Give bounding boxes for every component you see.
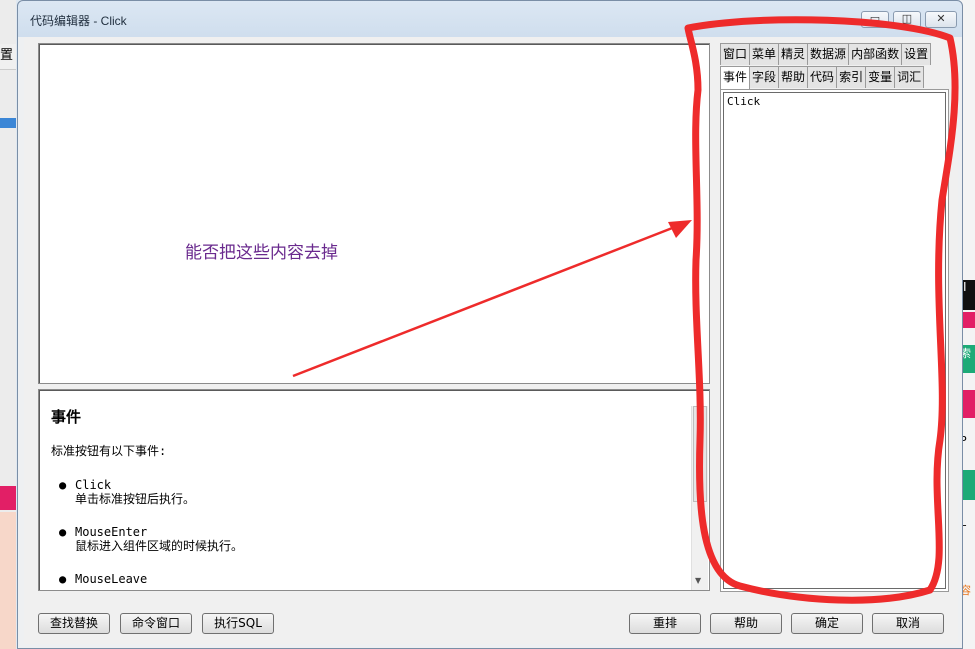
close-icon: ✕: [936, 12, 946, 25]
list-item: ● Click 单击标准按钮后执行。: [59, 478, 675, 506]
bullet-icon: ●: [59, 572, 67, 586]
event-name: MouseEnter: [75, 525, 148, 539]
ok-button[interactable]: 确定: [791, 613, 863, 634]
annotation-text: 能否把这些内容去掉: [185, 243, 338, 263]
event-list-item-click[interactable]: Click: [727, 95, 760, 108]
editor-client-area: 能否把这些内容去掉 事件 标准按钮有以下事件: ● Click 单击标准按钮后执…: [24, 37, 958, 644]
tab-internal-functions[interactable]: 内部函数: [848, 43, 903, 65]
close-button[interactable]: ✕: [925, 11, 957, 28]
events-list-box[interactable]: Click: [720, 89, 949, 592]
tab-sprite[interactable]: 精灵: [778, 43, 809, 65]
restore-button[interactable]: ◫: [893, 11, 921, 28]
restore-icon: ◫: [901, 12, 913, 25]
tab-help[interactable]: 帮助: [778, 66, 809, 88]
tab-menu[interactable]: 菜单: [749, 43, 780, 65]
tab-row-top: 窗口 菜单 精灵 数据源 内部函数 设置: [720, 43, 932, 65]
command-window-button[interactable]: 命令窗口: [120, 613, 192, 634]
tab-index[interactable]: 索引: [836, 66, 867, 88]
events-list-inner: Click: [723, 92, 946, 589]
cancel-button[interactable]: 取消: [872, 613, 944, 634]
minimize-icon: ▭: [869, 12, 881, 25]
code-editor-window: 代码编辑器 - Click ▭ ◫ ✕ 能否把这些内容去掉 事件 标准按钮有以下…: [17, 0, 963, 649]
bullet-icon: ●: [59, 478, 67, 492]
tab-settings[interactable]: 设置: [901, 43, 932, 65]
title-bar[interactable]: 代码编辑器 - Click ▭ ◫ ✕: [18, 1, 962, 37]
help-heading: 事件: [51, 408, 82, 426]
window-title: 代码编辑器 - Click: [30, 14, 127, 28]
help-button[interactable]: 帮助: [710, 613, 782, 634]
bullet-icon: ●: [59, 525, 67, 539]
tab-code[interactable]: 代码: [807, 66, 838, 88]
event-desc: 鼠标进入组件区域的时候执行。: [75, 539, 244, 553]
tab-window[interactable]: 窗口: [720, 43, 751, 65]
tab-fields[interactable]: 字段: [749, 66, 780, 88]
help-intro: 标准按钮有以下事件:: [51, 444, 167, 458]
preview-pane[interactable]: 能否把这些内容去掉: [38, 43, 710, 384]
background-left-label: 置: [0, 48, 14, 63]
tab-events[interactable]: 事件: [720, 66, 751, 89]
event-desc: 单击标准按钮后执行。: [75, 492, 196, 506]
list-item: ● MouseLeave: [59, 572, 675, 586]
tab-variables[interactable]: 变量: [865, 66, 896, 88]
help-pane[interactable]: 事件 标准按钮有以下事件: ● Click 单击标准按钮后执行。 ● Mouse…: [38, 389, 710, 591]
find-replace-button[interactable]: 查找替换: [38, 613, 110, 634]
background-app-left: 置: [0, 0, 16, 649]
tab-row-bottom: 事件 字段 帮助 代码 索引 变量 词汇: [720, 66, 925, 89]
execute-sql-button[interactable]: 执行SQL: [202, 613, 274, 634]
help-scrollbar[interactable]: ▼: [691, 406, 708, 590]
scroll-down-icon[interactable]: ▼: [695, 576, 701, 585]
scrollbar-thumb[interactable]: [693, 406, 707, 502]
event-name: Click: [75, 478, 112, 492]
side-tabs-panel: 窗口 菜单 精灵 数据源 内部函数 设置 事件 字段 帮助 代码 索引 变量 词…: [714, 43, 954, 595]
list-item: ● MouseEnter 鼠标进入组件区域的时候执行。: [59, 525, 675, 553]
event-name: MouseLeave: [75, 572, 148, 586]
minimize-button[interactable]: ▭: [861, 11, 889, 28]
tab-datasource[interactable]: 数据源: [807, 43, 850, 65]
tab-vocabulary[interactable]: 词汇: [894, 66, 925, 88]
event-help-list: ● Click 单击标准按钮后执行。 ● MouseEnter 鼠标进入组件区域…: [59, 478, 675, 590]
rearrange-button[interactable]: 重排: [629, 613, 701, 634]
